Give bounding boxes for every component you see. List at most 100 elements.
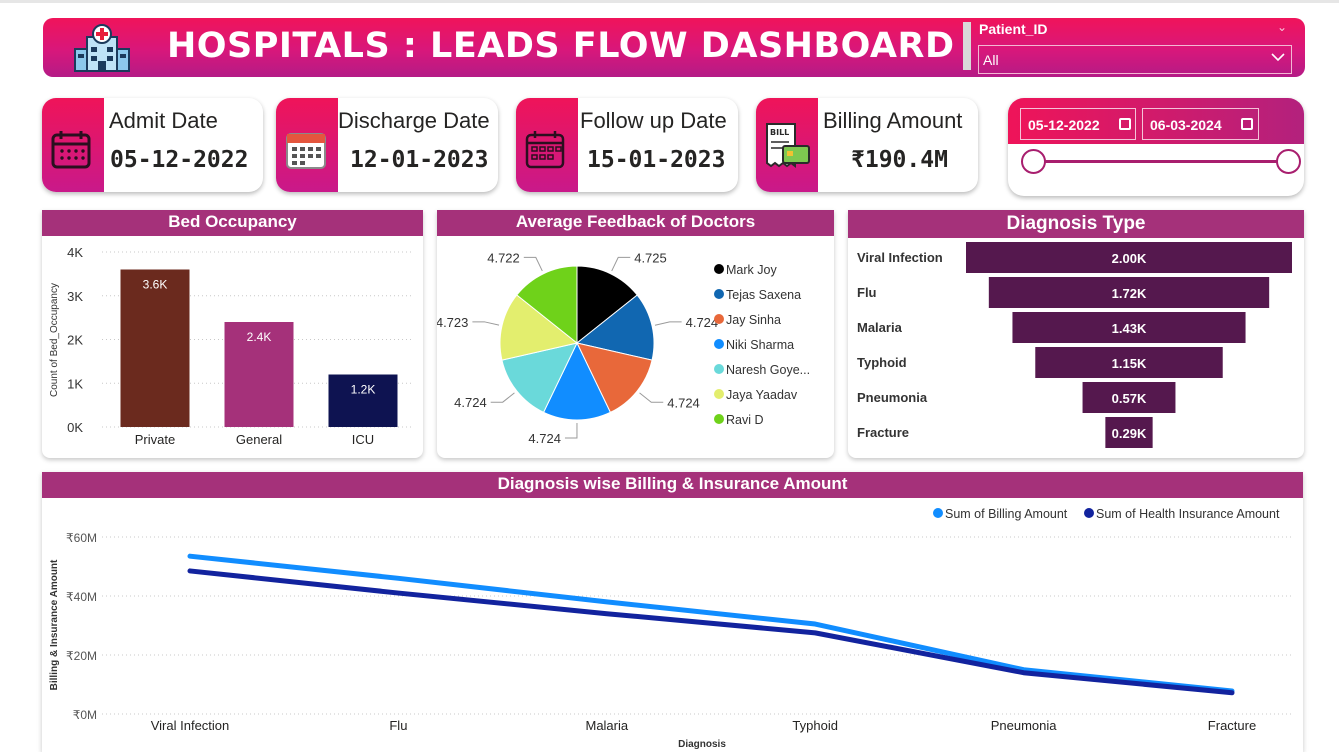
x-axis-label: Diagnosis — [678, 739, 726, 750]
kpi-value: 12-01-2023 — [350, 147, 489, 173]
kpi-icon-tile — [276, 98, 338, 192]
kpi-label: Billing Amount — [823, 108, 963, 133]
patient-id-value: All — [983, 52, 999, 68]
leader-line — [523, 256, 543, 272]
diagnosis-type-chart: Viral Infection 2.00K Flu 1.72K Malaria 1.43K… — [857, 242, 1292, 448]
y-tick-label: ₹40M — [66, 590, 97, 604]
legend-label: Tejas Saxena — [726, 288, 801, 302]
funnel-category-label: Pneumonia — [857, 390, 928, 405]
funnel-data-label: 2.00K — [1112, 251, 1147, 266]
bar-data-label: 1.2K — [351, 383, 376, 397]
legend-marker — [714, 289, 724, 299]
funnel-category-label: Flu — [857, 285, 877, 300]
legend-marker — [714, 389, 724, 399]
end-date-value: 06-03-2024 — [1150, 117, 1222, 133]
slicer-handle — [963, 22, 971, 70]
legend-marker — [714, 364, 724, 374]
kpi-card-admit-date: Admit Date 05-12-2022 — [42, 98, 263, 192]
y-tick-label: 2K — [67, 333, 83, 348]
kpi-icon-tile — [42, 98, 104, 192]
kpi-icon-tile: BILL — [756, 98, 818, 192]
calendar-grid-icon — [286, 133, 326, 169]
legend-marker — [1084, 508, 1094, 518]
leader-line — [490, 392, 515, 403]
legend-marker — [714, 264, 724, 274]
x-tick-label: Viral Infection — [151, 718, 230, 733]
top-border — [0, 0, 1339, 3]
dashboard-header: HOSPITALS : LEADS FLOW DASHBOARD Patient… — [43, 18, 1305, 77]
funnel-data-label: 0.29K — [1112, 426, 1147, 441]
legend-label: Naresh Goye... — [726, 363, 810, 377]
doctor-feedback-chart: 4.725 4.724 4.724 4.724 4.724 4.723 4.722 Mark … — [437, 250, 810, 446]
diagnosis-type-panel: Diagnosis Type Viral Infection 2.00K Flu 1.… — [848, 210, 1304, 458]
calendar-icon[interactable] — [1119, 118, 1131, 130]
kpi-label: Discharge Date — [338, 108, 490, 133]
y-tick-label: 4K — [67, 245, 83, 260]
calendar-icon — [525, 131, 565, 169]
legend-marker — [933, 508, 943, 518]
funnel-category-label: Malaria — [857, 320, 903, 335]
hospital-icon — [74, 24, 130, 72]
slice-data-label: 4.724 — [454, 395, 487, 410]
end-date-handle[interactable] — [1276, 149, 1301, 174]
leader-line — [472, 321, 500, 326]
date-range-track[interactable] — [1034, 160, 1290, 163]
y-tick-label: 0K — [67, 420, 83, 435]
kpi-value: ₹190.4M — [851, 147, 948, 173]
leader-line — [639, 392, 664, 403]
legend-label: Ravi D — [726, 413, 764, 427]
billing-insurance-panel: Diagnosis wise Billing & Insurance Amoun… — [42, 472, 1303, 752]
patient-id-slicer-label: Patient_ID — [979, 21, 1048, 37]
y-tick-label: ₹20M — [66, 649, 97, 663]
kpi-icon-tile — [516, 98, 578, 192]
x-tick-label: Typhoid — [792, 718, 838, 733]
kpi-label: Admit Date — [109, 108, 218, 133]
y-tick-label: 3K — [67, 289, 83, 304]
doctor-feedback-panel: Average Feedback of Doctors 4.725 4.724 4.… — [437, 210, 834, 458]
y-tick-label: ₹0M — [73, 708, 97, 722]
funnel-data-label: 0.57K — [1112, 391, 1147, 406]
leader-line — [654, 321, 682, 326]
legend-label: Sum of Health Insurance Amount — [1096, 507, 1280, 521]
y-tick-label: 1K — [67, 376, 83, 391]
chevron-down-icon — [1271, 53, 1285, 62]
kpi-value: 15-01-2023 — [587, 147, 726, 173]
start-date-value: 05-12-2022 — [1028, 117, 1100, 133]
x-tick-label: Pneumonia — [991, 718, 1058, 733]
end-date-input[interactable]: 06-03-2024 — [1142, 108, 1259, 140]
bar-data-label: 2.4K — [247, 330, 272, 344]
leader-line — [564, 422, 578, 439]
patient-id-dropdown[interactable]: All — [978, 45, 1292, 74]
legend-marker — [714, 414, 724, 424]
legend-label: Sum of Billing Amount — [945, 507, 1068, 521]
bill-icon: BILL — [766, 123, 810, 168]
kpi-value: 05-12-2022 — [110, 147, 249, 173]
leader-line — [611, 256, 631, 272]
legend-label: Jay Sinha — [726, 313, 781, 327]
date-range-slicer: 05-12-2022 06-03-2024 — [1008, 98, 1304, 196]
x-tick-label: Private — [135, 432, 175, 447]
bar-data-label: 3.6K — [143, 278, 168, 292]
legend-marker — [714, 314, 724, 324]
x-tick-label: General — [236, 432, 282, 447]
svg-text:BILL: BILL — [770, 128, 789, 137]
start-date-input[interactable]: 05-12-2022 — [1020, 108, 1136, 140]
page-title: HOSPITALS : LEADS FLOW DASHBOARD — [167, 26, 955, 66]
start-date-handle[interactable] — [1021, 149, 1046, 174]
funnel-data-label: 1.72K — [1112, 286, 1147, 301]
y-axis-label: Billing & Insurance Amount — [49, 559, 60, 690]
bed-occupancy-chart: 0K 1K 2K 3K 4K Count of Bed_Occupancy 3.6K Priv… — [49, 245, 414, 447]
y-axis-label: Count of Bed_Occupancy — [49, 283, 60, 397]
legend-label: Jaya Yaadav — [726, 388, 798, 402]
funnel-category-label: Viral Infection — [857, 250, 943, 265]
bed-occupancy-panel: Bed Occupancy 0K 1K 2K 3K 4K Count of Bed_Occ… — [42, 210, 423, 458]
legend-label: Niki Sharma — [726, 338, 794, 352]
calendar-icon[interactable] — [1241, 118, 1253, 130]
slice-data-label: 4.723 — [437, 315, 468, 330]
x-tick-label: Malaria — [585, 718, 628, 733]
funnel-data-label: 1.43K — [1112, 321, 1147, 336]
slicer-collapse-icon[interactable]: ⌄ — [1277, 20, 1287, 34]
kpi-card-discharge-date: Discharge Date 12-01-2023 — [276, 98, 498, 192]
slice-data-label: 4.724 — [686, 315, 719, 330]
y-tick-label: ₹60M — [66, 531, 97, 545]
